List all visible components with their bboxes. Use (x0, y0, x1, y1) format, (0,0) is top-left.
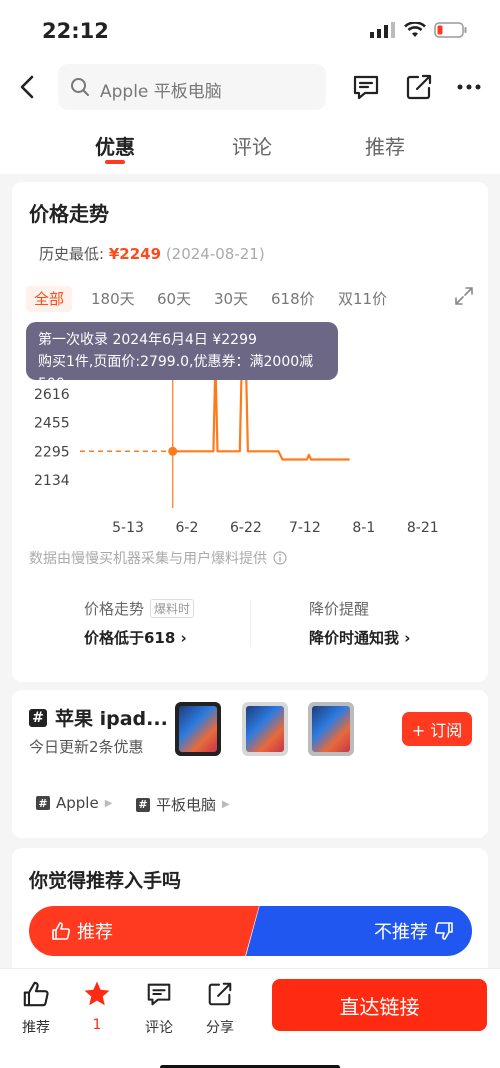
comment-label: 评论 (145, 1020, 173, 1036)
topic-title[interactable]: # 苹果 ipad... (29, 704, 168, 731)
range-618[interactable]: 618价 (271, 286, 315, 312)
range-30[interactable]: 30天 (214, 286, 248, 312)
hashtag-icon: # (29, 708, 47, 727)
product-image[interactable] (308, 702, 354, 756)
nav-bar: Apple 平板电脑 (0, 60, 500, 118)
note-text: 数据由慢慢买机器采集与用户爆料提供 (29, 551, 267, 567)
status-time: 22:12 (42, 19, 109, 43)
share-button[interactable]: 分享 (195, 979, 245, 1037)
feature-title: 价格走势 (84, 600, 145, 618)
x-tick-label: 7-12 (289, 520, 321, 536)
more-icon[interactable] (456, 72, 482, 102)
range-180[interactable]: 180天 (91, 286, 135, 312)
data-source-note: 数据由慢慢买机器采集与用户爆料提供 (29, 548, 287, 568)
feature-title: 降价提醒 (309, 600, 370, 618)
search-icon (71, 78, 89, 96)
wifi-icon (404, 22, 426, 37)
feature-sub: 价格低于618 (84, 629, 176, 647)
y-tick-label: 2295 (34, 444, 70, 460)
tab-recommend[interactable]: 推荐 (365, 131, 405, 160)
hashtag-icon: # (36, 796, 50, 810)
chevron-right-icon: › (180, 629, 187, 647)
cursor-point[interactable] (168, 446, 178, 456)
thumbs-down-icon (434, 922, 453, 940)
not-recommend-label: 不推荐 (374, 922, 428, 943)
info-icon[interactable] (273, 551, 287, 565)
bottom-bar: 推荐 1 评论 分享 直达链接 (0, 968, 500, 1068)
tab-comments[interactable]: 评论 (232, 131, 272, 160)
recommend-label: 推荐 (77, 922, 113, 943)
x-tick-label: 5-13 (112, 520, 144, 536)
star-icon (84, 981, 110, 1006)
like-button[interactable]: 推荐 (11, 979, 61, 1037)
tab-underline (105, 160, 125, 164)
status-bar: 22:12 (0, 0, 500, 60)
product-image[interactable] (242, 702, 288, 756)
comment-icon (147, 983, 171, 1006)
not-recommend-button[interactable]: 不推荐 (246, 906, 472, 956)
caret-right-icon: ▶ (222, 799, 230, 810)
direct-link-button[interactable]: 直达链接 (272, 979, 487, 1031)
chevron-right-icon: › (404, 629, 411, 647)
x-tick-label: 6-2 (176, 520, 199, 536)
thumbs-up-icon (52, 922, 71, 940)
topic-subtitle: 今日更新2条优惠 (29, 738, 144, 756)
thumbs-up-icon (23, 981, 49, 1007)
search-text: Apple 平板电脑 (100, 82, 222, 102)
favorite-button[interactable]: 1 (72, 979, 122, 1033)
feature-price-alert[interactable]: 降价提醒 降价时通知我 › (309, 598, 410, 648)
price-title: 价格走势 (29, 202, 109, 226)
history-label: 历史最低: (39, 245, 105, 263)
comment-button[interactable]: 评论 (134, 979, 184, 1037)
vote-card: 你觉得推荐入手吗 推荐 不推荐 (12, 848, 488, 978)
caret-right-icon: ▶ (104, 797, 113, 809)
back-arrow-icon[interactable] (14, 72, 44, 102)
y-tick-label: 2455 (34, 416, 70, 432)
like-label: 推荐 (22, 1020, 50, 1036)
signal-icon (370, 22, 395, 38)
range-all[interactable]: 全部 (26, 286, 73, 312)
feature-price-trend[interactable]: 价格走势 爆料时 价格低于618 › (84, 598, 195, 648)
recommend-button[interactable]: 推荐 (29, 906, 259, 956)
tag-apple[interactable]: # Apple ▶ (36, 794, 112, 812)
feature-tag: 爆料时 (150, 599, 195, 618)
topic-title-text: 苹果 ipad... (55, 708, 168, 730)
tooltip-line1: 第一次收录 2024年6月4日 ¥2299 (38, 332, 257, 348)
price-card: 价格走势 历史最低: ¥2249 (2024-08-21) 全部 180天 60… (12, 182, 488, 682)
message-icon[interactable] (351, 72, 381, 102)
vote-question: 你觉得推荐入手吗 (29, 870, 182, 892)
battery-icon (434, 22, 467, 38)
topic-card: # 苹果 ipad... 今日更新2条优惠 + 订阅 # Apple ▶ # 平板电脑 ▶ (12, 690, 488, 838)
favorite-count: 1 (92, 1017, 102, 1033)
tag-label: 平板电脑 (156, 796, 217, 814)
hashtag-icon: # (136, 797, 150, 812)
share-label: 分享 (206, 1020, 234, 1036)
subscribe-button[interactable]: + 订阅 (402, 712, 472, 746)
range-60[interactable]: 60天 (157, 286, 191, 312)
history-date: (2024-08-21) (165, 245, 265, 263)
tag-label: Apple (56, 794, 99, 812)
x-tick-label: 8-1 (352, 520, 375, 536)
share-out-icon[interactable] (404, 72, 434, 102)
search-bar[interactable]: Apple 平板电脑 (58, 64, 326, 110)
chart-tooltip: 第一次收录 2024年6月4日 ¥2299 购买1件,页面价:2799.0,优惠… (26, 322, 338, 392)
x-tick-label: 6-22 (230, 520, 262, 536)
range-1111[interactable]: 双11价 (338, 286, 387, 312)
feature-divider (250, 600, 251, 646)
expand-icon[interactable] (454, 286, 474, 306)
share-icon (208, 982, 232, 1006)
history-price: ¥2249 (108, 245, 162, 263)
status-icons (370, 22, 468, 38)
history-low: 历史最低: ¥2249 (2024-08-21) (39, 243, 265, 264)
y-tick-label: 2134 (34, 473, 70, 489)
tab-bar: 优惠 评论 推荐 (0, 118, 500, 174)
tooltip-line2: 购买1件,页面价:2799.0,优惠券：满2000减500 (38, 354, 314, 392)
feature-sub: 降价时通知我 (309, 629, 400, 647)
tab-deals[interactable]: 优惠 (95, 131, 135, 160)
product-image[interactable] (175, 702, 221, 756)
x-tick-label: 8-21 (407, 520, 439, 536)
tag-tablet[interactable]: # 平板电脑 ▶ (136, 794, 230, 815)
